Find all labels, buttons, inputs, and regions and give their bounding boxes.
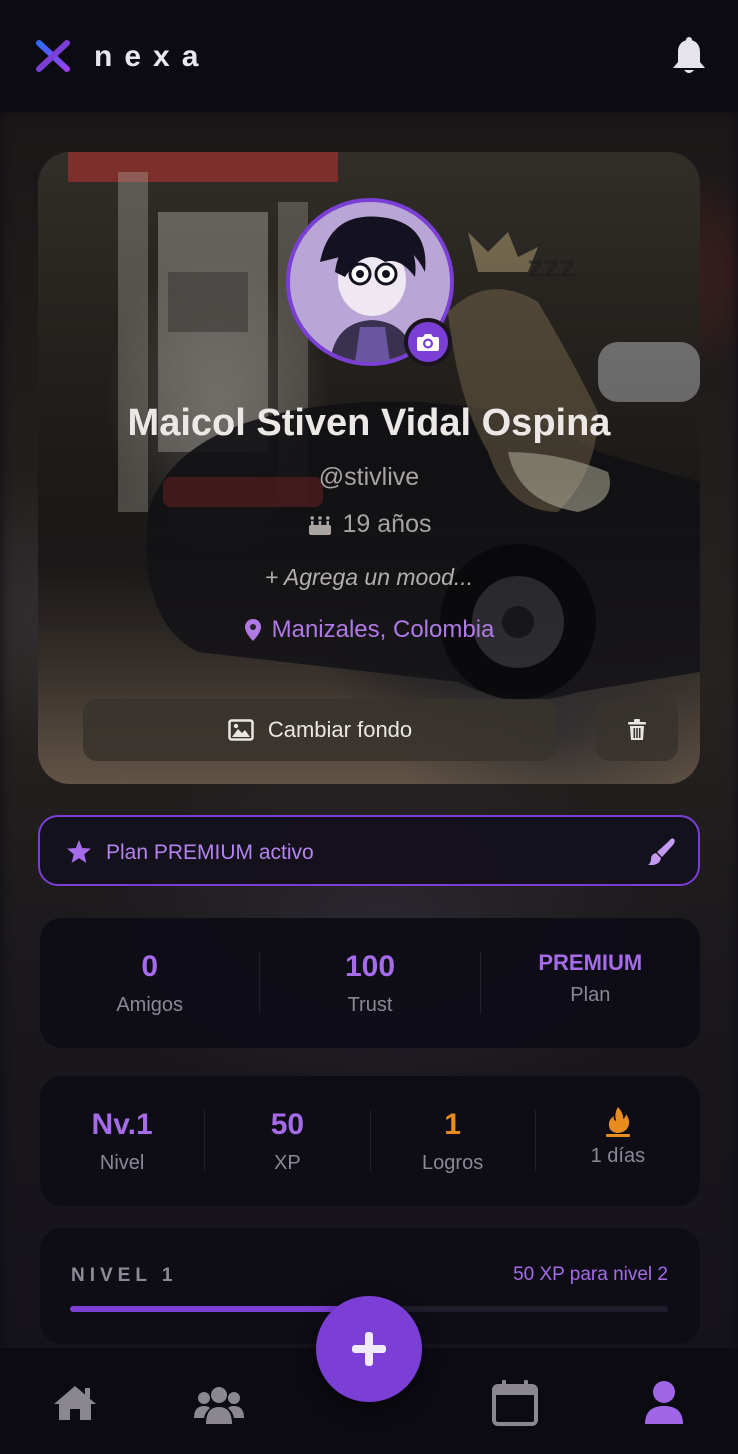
change-background-button[interactable]: Cambiar fondo bbox=[83, 699, 557, 761]
home-icon[interactable] bbox=[50, 1378, 100, 1428]
map-pin-icon bbox=[244, 619, 261, 641]
bell-icon[interactable] bbox=[668, 36, 710, 78]
stat-xp: 50 XP bbox=[205, 1076, 369, 1206]
user-icon[interactable] bbox=[639, 1378, 689, 1428]
stat-value: 50 bbox=[270, 1107, 305, 1141]
image-icon bbox=[228, 719, 254, 741]
premium-plan-label: Plan PREMIUM activo bbox=[106, 841, 314, 864]
stat-streak: 1 días bbox=[536, 1076, 700, 1206]
stat-label: 1 días bbox=[590, 1144, 646, 1167]
paint-brush-icon[interactable] bbox=[646, 837, 676, 867]
profile-handle: @stivlive bbox=[318, 463, 420, 491]
profile-card: ZZZ Maicol Stiven Vidal Ospina @stivlive bbox=[38, 152, 700, 784]
stat-value: Nv.1 bbox=[91, 1107, 153, 1141]
stat-level: Nv.1 Nivel bbox=[40, 1076, 204, 1206]
stat-value: 100 bbox=[344, 949, 396, 983]
next-level-label: 50 XP para nivel 2 bbox=[513, 1264, 668, 1285]
x-logo-icon bbox=[36, 40, 70, 72]
app-name: nexa bbox=[94, 40, 211, 73]
stat-achievements[interactable]: 1 Logros bbox=[371, 1076, 535, 1206]
level-progress-fill bbox=[70, 1306, 369, 1312]
stat-value: 0 bbox=[141, 949, 158, 983]
profile-name: Maicol Stiven Vidal Ospina bbox=[127, 402, 611, 444]
stat-label: Logros bbox=[422, 1151, 484, 1174]
premium-plan-banner[interactable]: Plan PREMIUM activo bbox=[38, 815, 700, 886]
stat-label: XP bbox=[274, 1151, 301, 1174]
profile-location: Manizales, Colombia bbox=[271, 616, 495, 643]
users-icon[interactable] bbox=[194, 1378, 244, 1428]
stat-trust: 100 Trust bbox=[260, 918, 479, 1048]
stat-friends[interactable]: 0 Amigos bbox=[40, 918, 259, 1048]
social-stats-card: 0 Amigos 100 Trust PREMIUM Plan bbox=[40, 918, 700, 1048]
stat-plan: PREMIUM Plan bbox=[481, 918, 700, 1048]
star-icon bbox=[67, 840, 91, 863]
change-avatar-button[interactable] bbox=[404, 318, 452, 366]
change-background-label: Cambiar fondo bbox=[267, 717, 413, 742]
stat-label: Nivel bbox=[99, 1151, 145, 1174]
stat-label: Trust bbox=[347, 993, 393, 1016]
trash-icon bbox=[628, 719, 646, 740]
create-post-button[interactable] bbox=[316, 1296, 422, 1402]
camera-icon bbox=[417, 334, 439, 351]
profile-location-row: Manizales, Colombia bbox=[38, 616, 700, 644]
plus-icon bbox=[352, 1332, 386, 1366]
stat-label: Plan bbox=[570, 983, 611, 1006]
delete-background-button[interactable] bbox=[596, 699, 678, 761]
calendar-icon[interactable] bbox=[490, 1378, 540, 1428]
stat-value: PREMIUM bbox=[538, 949, 643, 975]
stat-label: Amigos bbox=[116, 993, 184, 1016]
profile-age-row: 19 años bbox=[38, 510, 700, 539]
add-mood-link[interactable]: + Agrega un mood... bbox=[38, 564, 700, 591]
profile-age: 19 años bbox=[342, 510, 432, 538]
stat-value: 1 bbox=[444, 1107, 461, 1141]
flame-icon bbox=[605, 1106, 630, 1137]
birthday-cake-icon bbox=[308, 515, 331, 535]
progress-stats-card: Nv.1 Nivel 50 XP 1 Logros 1 días bbox=[40, 1076, 700, 1206]
level-title: NIVEL 1 bbox=[71, 1265, 178, 1286]
top-bar: nexa bbox=[0, 0, 738, 112]
